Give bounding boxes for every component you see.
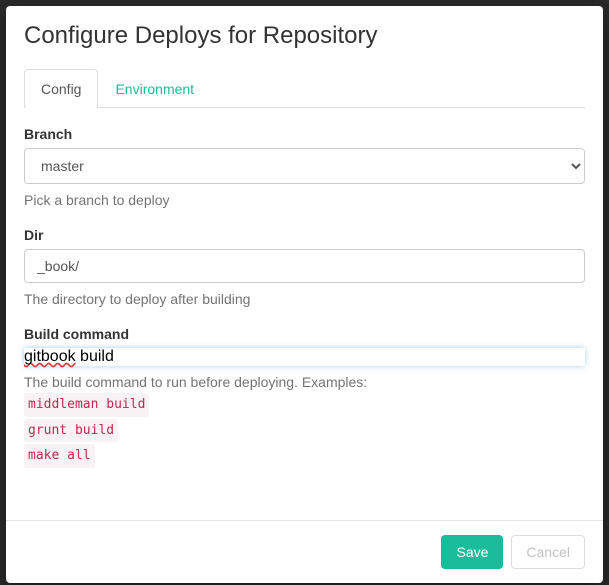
tab-label: Environment [115,81,194,97]
tab-bar: Config Environment [24,68,585,108]
tab-label: Config [41,81,81,97]
configure-deploys-modal: Configure Deploys for Repository Config … [6,6,603,583]
dir-group: Dir The directory to deploy after buildi… [24,227,585,310]
modal-title: Configure Deploys for Repository [24,22,585,50]
branch-select[interactable]: master [24,148,585,184]
branch-group: Branch master Pick a branch to deploy [24,126,585,211]
tab-config[interactable]: Config [24,69,98,108]
build-command-group: Build command gitbook build The build co… [24,326,585,470]
dir-label: Dir [24,227,585,243]
form-body: Branch master Pick a branch to deploy Di… [6,108,603,520]
dir-help: The directory to deploy after building [24,289,585,310]
build-example: make all [24,444,95,468]
build-help-prefix: The build command to run before deployin… [24,374,367,390]
branch-label: Branch [24,126,585,142]
modal-footer: Save Cancel [6,520,603,583]
build-example: grunt build [24,419,118,443]
cancel-button[interactable]: Cancel [511,535,585,569]
build-command-input[interactable]: gitbook build [24,348,585,366]
build-command-label: Build command [24,326,585,342]
save-button[interactable]: Save [441,535,503,569]
branch-help: Pick a branch to deploy [24,190,585,211]
build-example: middleman build [24,393,149,417]
tab-environment[interactable]: Environment [98,69,211,108]
dir-input[interactable] [24,249,585,283]
build-command-token-2: build [76,348,114,365]
modal-header: Configure Deploys for Repository [6,6,603,68]
build-command-help: The build command to run before deployin… [24,372,585,470]
build-command-token-1: gitbook [24,348,76,365]
